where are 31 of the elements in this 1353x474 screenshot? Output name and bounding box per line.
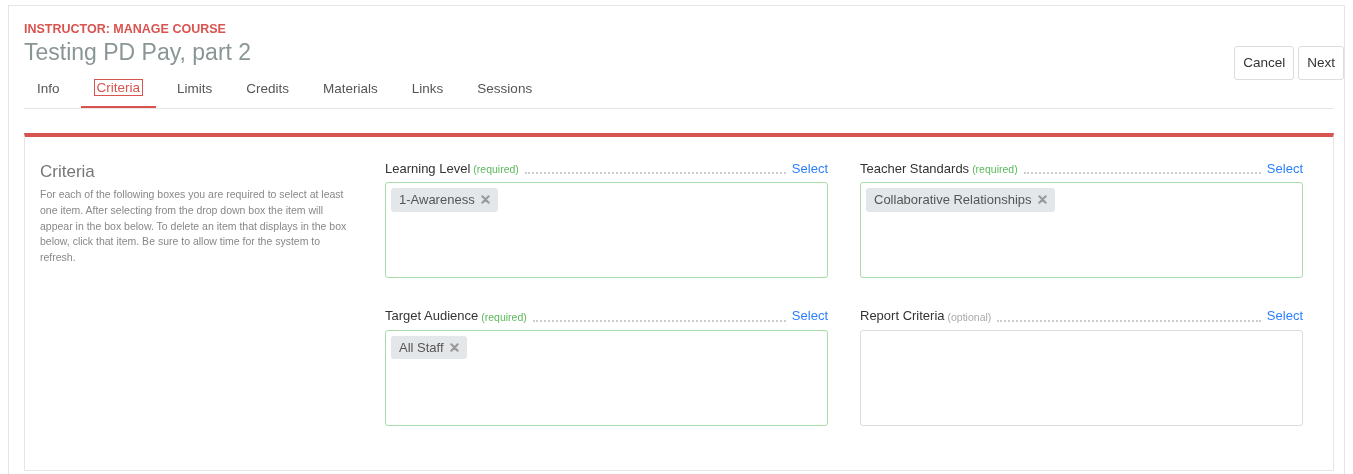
- field-label: Learning Level: [385, 159, 471, 178]
- tab[interactable]: Limits: [164, 74, 226, 108]
- cancel-button[interactable]: Cancel: [1234, 46, 1295, 81]
- select-link[interactable]: Select: [791, 306, 828, 326]
- remove-icon[interactable]: [480, 195, 490, 205]
- requirement-note: (required): [473, 162, 519, 178]
- instructions-text: For each of the following boxes you are required to select at least one item. After selecting from the drop down box the item will appear in the box below. To delete an item that displays in the box below, click that item. Be sure to allow time for the system to refresh.: [40, 187, 348, 266]
- tab[interactable]: Credits: [233, 74, 303, 108]
- selected-tag[interactable]: All Staff: [391, 335, 467, 360]
- tab[interactable]: Criteria: [80, 74, 157, 108]
- select-link[interactable]: Select: [1266, 306, 1303, 326]
- selected-tag[interactable]: 1-Awareness: [391, 188, 498, 212]
- requirement-note: (required): [972, 162, 1018, 178]
- selected-tag[interactable]: Collaborative Relationships: [866, 188, 1055, 212]
- section-title: Criteria: [40, 160, 96, 183]
- field-label: Report Criteria: [860, 307, 945, 326]
- next-button[interactable]: Next: [1298, 46, 1344, 81]
- remove-icon[interactable]: [449, 342, 459, 352]
- page-title: Testing PD Pay, part 2: [24, 38, 252, 67]
- remove-icon[interactable]: [1037, 195, 1047, 205]
- select-link[interactable]: Select: [1266, 158, 1303, 179]
- tab[interactable]: Sessions: [464, 74, 546, 108]
- field-label: Teacher Standards: [860, 159, 970, 178]
- requirement-note: (required): [481, 309, 527, 325]
- select-link[interactable]: Select: [791, 158, 828, 179]
- tab[interactable]: Info: [24, 74, 73, 108]
- field-label: Target Audience: [385, 307, 479, 326]
- tab[interactable]: Links: [398, 74, 457, 108]
- page-eyebrow: INSTRUCTOR: MANAGE COURSE: [24, 21, 227, 38]
- tab[interactable]: Materials: [310, 74, 391, 108]
- requirement-note: (optional): [947, 309, 992, 325]
